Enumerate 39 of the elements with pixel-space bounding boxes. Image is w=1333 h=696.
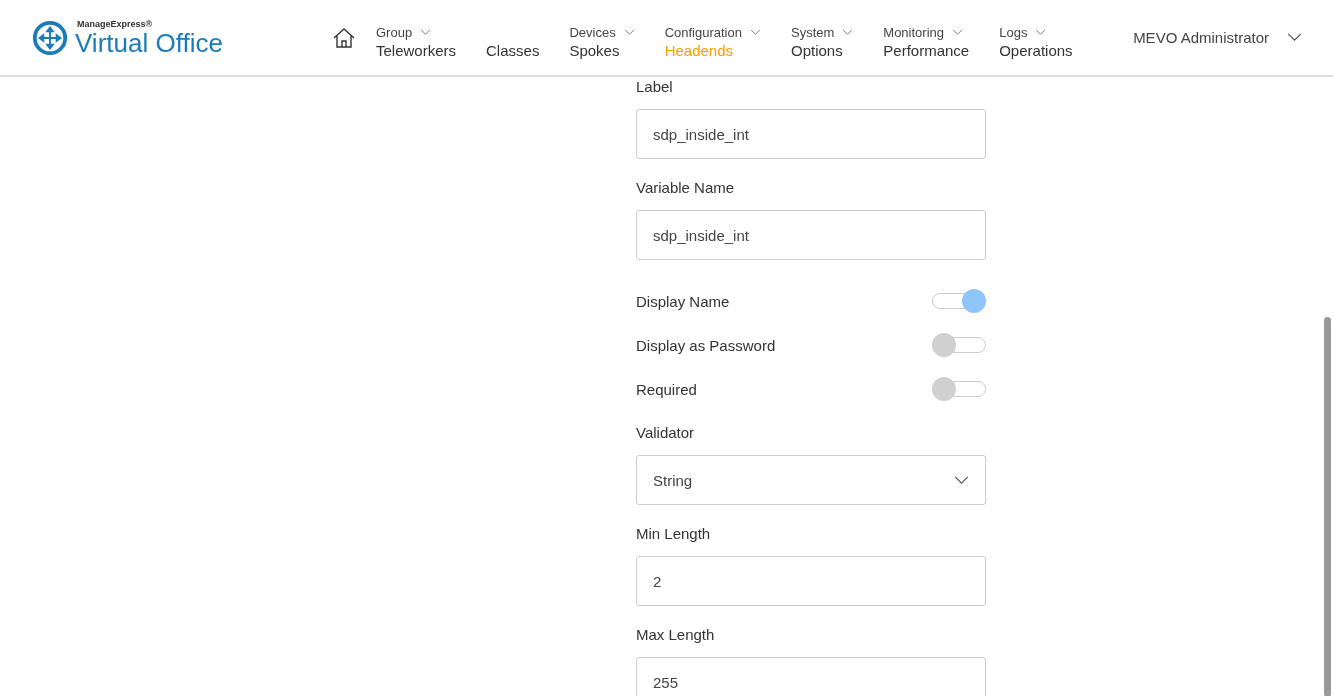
home-icon[interactable]	[332, 25, 356, 50]
nav-link[interactable]: Teleworkers	[376, 42, 457, 59]
field-label: Validator	[636, 423, 696, 443]
dropdown-field[interactable]: String	[636, 455, 986, 505]
chevron-down-icon	[952, 28, 963, 36]
nav-menu-heading[interactable]: Logs	[999, 24, 1028, 40]
input-field[interactable]: sdp_inside_int	[636, 109, 986, 159]
nav-link[interactable]: Performance	[883, 42, 970, 59]
field-label: Min Length	[636, 524, 712, 544]
logo-brand: ManageExpress®	[77, 19, 154, 29]
chevron-down-icon	[1035, 28, 1047, 36]
chevron-down-icon	[954, 475, 969, 485]
nav-link[interactable]: Classes	[486, 42, 540, 59]
nav-menu-heading[interactable]: Monitoring	[883, 24, 944, 40]
field-label: Variable Name	[636, 178, 736, 198]
chevron-down-icon	[749, 28, 761, 36]
chevron-down-icon	[842, 28, 854, 36]
input-field[interactable]: 2	[636, 556, 986, 606]
chevron-down-icon	[623, 28, 635, 36]
scrollbar[interactable]	[1324, 317, 1331, 696]
nav-link[interactable]: Options	[790, 42, 854, 59]
field-label: Label	[636, 77, 674, 97]
input-field[interactable]: 255	[636, 657, 986, 696]
toggle-label: Required	[636, 380, 697, 398]
logo-product: Virtual Office	[75, 29, 223, 56]
nav-link[interactable]: Spokes	[569, 42, 635, 59]
nav-link[interactable]: Operations	[999, 42, 1073, 59]
nav-menu-heading[interactable]: Devices	[569, 24, 616, 40]
field-label: Max Length	[636, 625, 716, 645]
input-field[interactable]: sdp_inside_int	[636, 210, 986, 260]
toggle-label: Display as Password	[636, 336, 776, 354]
nav-menu-heading[interactable]: Group	[376, 24, 413, 40]
logo-icon	[31, 18, 69, 57]
toggle-label: Display Name	[636, 292, 730, 310]
chevron-down-icon	[420, 28, 432, 36]
nav-menu-heading[interactable]: Configuration	[664, 24, 742, 40]
user-menu[interactable]: MEVO Administrator	[1133, 29, 1269, 46]
chevron-down-icon[interactable]	[1287, 33, 1302, 42]
nav-menu-heading[interactable]: System	[790, 24, 835, 40]
